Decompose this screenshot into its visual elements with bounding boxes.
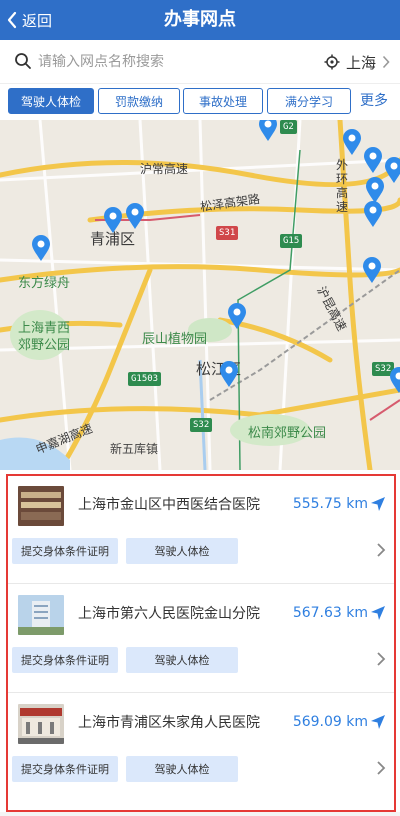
service-tag: 驾驶人体检: [126, 538, 238, 564]
map-pin-icon[interactable]: [388, 366, 400, 394]
list-item[interactable]: 上海市青浦区朱家角人民医院 569.09 km 提交身体条件证明 驾驶人体检: [8, 694, 394, 802]
map-label-huchang: 沪常高速: [140, 162, 189, 176]
search-input[interactable]: [38, 49, 288, 75]
list-item[interactable]: 上海市金山区中西医结合医院 555.75 km 提交身体条件证明 驾驶人体检: [8, 476, 394, 584]
search-bar: 上海: [0, 40, 400, 84]
locate-icon: [324, 54, 340, 70]
chevron-right-icon[interactable]: [376, 651, 386, 667]
filter-chip-fine-payment[interactable]: 罚款缴纳: [98, 88, 180, 114]
map-pin-icon[interactable]: [257, 120, 279, 142]
chevron-right-icon: [382, 55, 390, 69]
back-button[interactable]: 返回: [6, 0, 52, 40]
navigate-icon[interactable]: [370, 605, 386, 621]
service-tag: 提交身体条件证明: [12, 756, 118, 782]
hospital-distance: 555.75 km: [292, 496, 368, 512]
map-pin-icon[interactable]: [362, 146, 384, 174]
map-view[interactable]: 沪常高速 松泽高架路 外环高速 沪昆高速 申嘉湖高速 青浦区 松江区 东方绿舟 …: [0, 120, 400, 470]
map-pin-icon[interactable]: [361, 256, 383, 284]
hospital-distance: 567.63 km: [292, 605, 368, 621]
hospital-distance: 569.09 km: [292, 714, 368, 730]
hospital-name: 上海市第六人民医院金山分院: [78, 606, 260, 622]
service-tag: 提交身体条件证明: [12, 538, 118, 564]
chevron-right-icon[interactable]: [376, 760, 386, 776]
hospital-name: 上海市青浦区朱家角人民医院: [78, 715, 260, 731]
map-pin-icon[interactable]: [124, 202, 146, 230]
service-tag: 驾驶人体检: [126, 756, 238, 782]
map-shield-g15: G15: [280, 234, 303, 248]
chevron-right-icon[interactable]: [376, 542, 386, 558]
filter-chip-medical-exam[interactable]: 驾驶人体检: [8, 88, 94, 114]
chip-label: 驾驶人体检: [20, 94, 81, 109]
map-pin-icon[interactable]: [218, 360, 240, 388]
city-selector[interactable]: 上海: [324, 40, 390, 84]
chip-label: 满分学习: [284, 94, 333, 109]
map-label-waihuan: 外环高速: [336, 158, 349, 214]
map-shield-g1503: G1503: [128, 372, 162, 386]
map-pin-icon[interactable]: [226, 302, 248, 330]
map-label-qingxi: 上海青西 郊野公园: [18, 321, 71, 353]
map-shield-s32a: S32: [190, 418, 213, 432]
map-label-xinwu: 新五库镇: [110, 442, 159, 456]
service-tag: 驾驶人体检: [126, 647, 238, 673]
map-label-chenshan: 辰山植物园: [142, 332, 208, 347]
map-shield-s31: S31: [216, 226, 239, 240]
back-label: 返回: [22, 11, 53, 30]
map-shield-g2: G2: [280, 120, 297, 134]
filter-chips: 驾驶人体检 罚款缴纳 事故处理 满分学习 更多: [0, 84, 400, 120]
map-pin-icon[interactable]: [30, 234, 52, 262]
navigate-icon[interactable]: [370, 714, 386, 730]
navigate-icon[interactable]: [370, 496, 386, 512]
map-label-songnan: 松南郊野公园: [248, 426, 327, 441]
city-label: 上海: [345, 53, 376, 72]
bottom-strip: [0, 812, 400, 816]
chip-label: 罚款缴纳: [114, 94, 163, 109]
filter-chip-full-score-study[interactable]: 满分学习: [267, 88, 351, 114]
hospital-thumbnail: [18, 595, 64, 635]
map-pin-icon[interactable]: [102, 206, 124, 234]
hospital-name: 上海市金山区中西医结合医院: [78, 497, 260, 513]
top-bar: 返回 办事网点: [0, 0, 400, 40]
filter-chip-accident[interactable]: 事故处理: [183, 88, 263, 114]
filter-more-button[interactable]: 更多: [360, 88, 388, 114]
chevron-left-icon: [7, 11, 17, 29]
map-pin-icon[interactable]: [341, 128, 363, 156]
search-icon: [15, 53, 31, 69]
chip-label: 事故处理: [198, 94, 247, 109]
service-tag: 提交身体条件证明: [12, 647, 118, 673]
hospital-thumbnail: [18, 486, 64, 526]
hospital-list: 上海市金山区中西医结合医院 555.75 km 提交身体条件证明 驾驶人体检 上…: [6, 474, 396, 812]
page-title: 办事网点: [164, 9, 236, 30]
list-item[interactable]: 上海市第六人民医院金山分院 567.63 km 提交身体条件证明 驾驶人体检: [8, 585, 394, 693]
hospital-thumbnail: [18, 704, 64, 744]
map-pin-icon[interactable]: [362, 200, 384, 228]
map-label-dongfang: 东方绿舟: [18, 276, 71, 291]
